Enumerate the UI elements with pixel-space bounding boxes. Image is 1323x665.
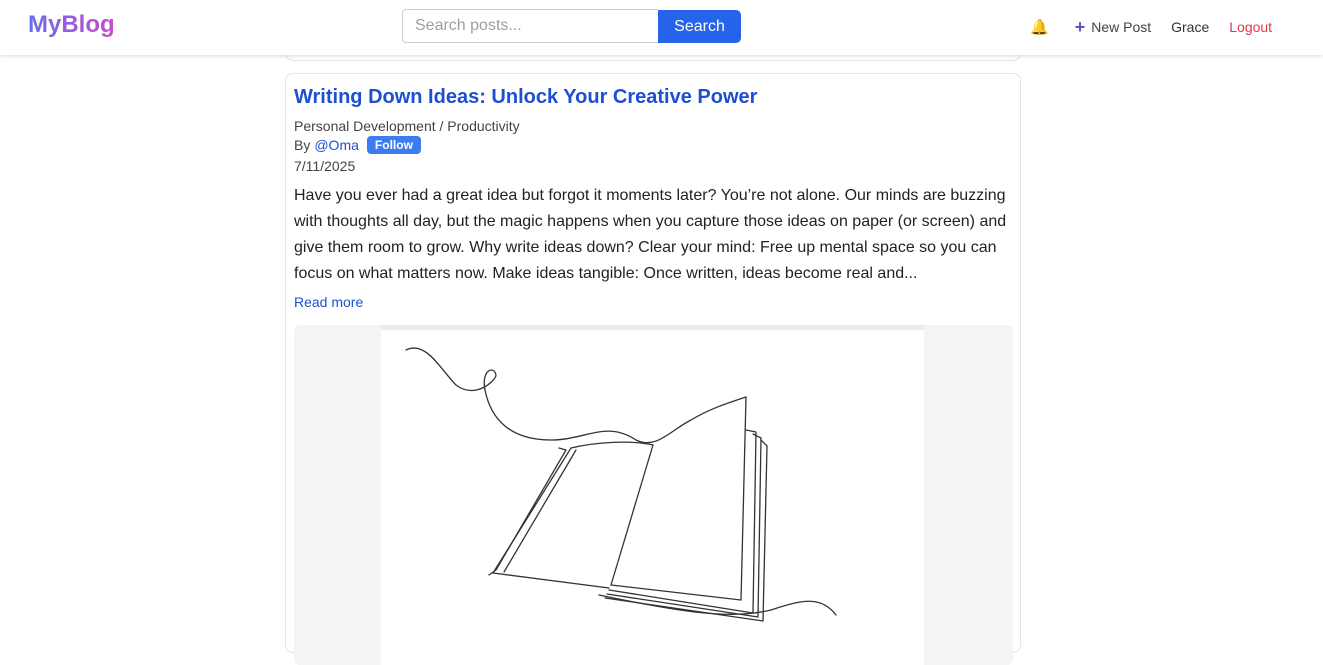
post-date: 7/11/2025: [294, 158, 356, 174]
author-link[interactable]: @Oma: [314, 137, 359, 153]
bell-icon[interactable]: 🔔: [1030, 18, 1049, 36]
new-post-link[interactable]: + New Post: [1074, 17, 1152, 37]
follow-button[interactable]: Follow: [366, 136, 421, 154]
search-input[interactable]: [402, 9, 658, 43]
navbar: MyBlog Search 🔔 + New Post Grace Logout: [0, 0, 1323, 55]
nav-actions: 🔔 + New Post Grace Logout: [1030, 17, 1272, 37]
post-byline: By @Oma Follow: [294, 136, 421, 154]
search-button[interactable]: Search: [658, 10, 741, 43]
plus-icon: +: [1074, 17, 1086, 37]
search-bar: Search: [402, 9, 741, 43]
post-category: Personal Development / Productivity: [294, 118, 520, 134]
user-link[interactable]: Grace: [1171, 19, 1209, 35]
post-image-frame: [294, 325, 1013, 665]
new-post-label: New Post: [1091, 19, 1152, 35]
post-title[interactable]: Writing Down Ideas: Unlock Your Creative…: [294, 86, 757, 109]
logo[interactable]: MyBlog: [28, 11, 115, 39]
logout-link[interactable]: Logout: [1229, 19, 1272, 35]
post-card: Writing Down Ideas: Unlock Your Creative…: [285, 73, 1021, 665]
post-image[interactable]: [381, 325, 924, 665]
read-more-link[interactable]: Read more: [294, 294, 363, 310]
open-book-illustration: [405, 347, 837, 622]
post-excerpt: Have you ever had a great idea but forgo…: [294, 187, 1007, 282]
by-label: By: [294, 137, 311, 153]
